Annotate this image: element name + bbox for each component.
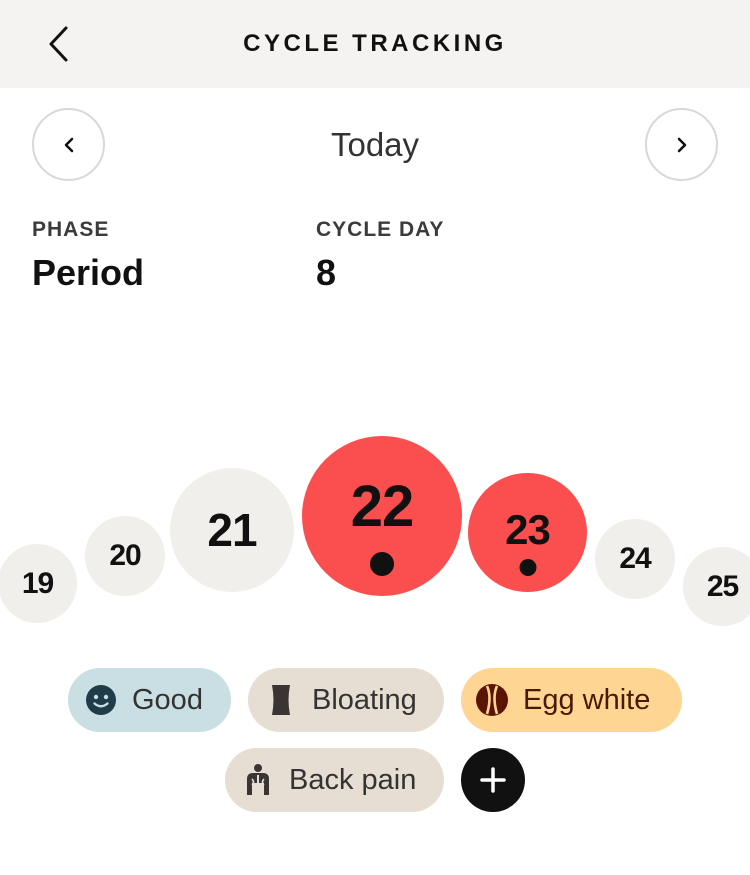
log-indicator-dot: [519, 559, 536, 576]
day-number: 20: [109, 539, 141, 572]
cycle-day-value: 8: [316, 252, 337, 293]
day-bubble-24[interactable]: 24: [595, 519, 675, 599]
day-number: 24: [619, 542, 651, 575]
day-bubble-21[interactable]: 21: [170, 468, 294, 592]
day-bubble-19[interactable]: 19: [0, 544, 77, 623]
add-tag-button[interactable]: [461, 748, 525, 812]
tag-label: Good: [132, 683, 203, 716]
chevron-right-icon: [677, 137, 686, 152]
plus-icon: [480, 767, 506, 793]
day-bubble-25[interactable]: 25: [683, 547, 750, 626]
phase-label: PHASE: [32, 218, 110, 241]
current-date-label: Today: [330, 126, 420, 163]
day-number: 19: [21, 566, 54, 600]
tag-chip-egg-white[interactable]: Egg white: [461, 668, 682, 732]
page-title: CYCLE TRACKING: [243, 30, 507, 57]
next-day-button[interactable]: [645, 108, 718, 181]
cycle-day-label: CYCLE DAY: [316, 218, 445, 241]
day-number: 23: [505, 505, 551, 553]
tag-chip-back-pain[interactable]: Back pain: [225, 748, 444, 812]
tag-label: Egg white: [523, 683, 651, 716]
tag-chip-good[interactable]: Good: [68, 668, 231, 732]
day-bubble-20[interactable]: 20: [85, 516, 165, 596]
egg-white-icon: [475, 683, 509, 717]
day-number: 21: [207, 504, 257, 556]
day-bubble-23[interactable]: 23: [468, 473, 587, 592]
tag-label: Bloating: [312, 683, 417, 716]
app-header: CYCLE TRACKING: [0, 0, 750, 88]
tag-label: Back pain: [289, 763, 417, 796]
day-number: 25: [706, 569, 739, 603]
tag-chip-bloating[interactable]: Bloating: [248, 668, 444, 732]
bloating-icon: [264, 683, 298, 717]
day-bubble-22-selected[interactable]: 22: [302, 436, 462, 596]
log-indicator-dot: [370, 552, 394, 576]
smiley-icon: [84, 683, 118, 717]
back-pain-icon: [241, 763, 275, 797]
day-number: 22: [350, 473, 415, 539]
phase-value: Period: [32, 252, 145, 293]
